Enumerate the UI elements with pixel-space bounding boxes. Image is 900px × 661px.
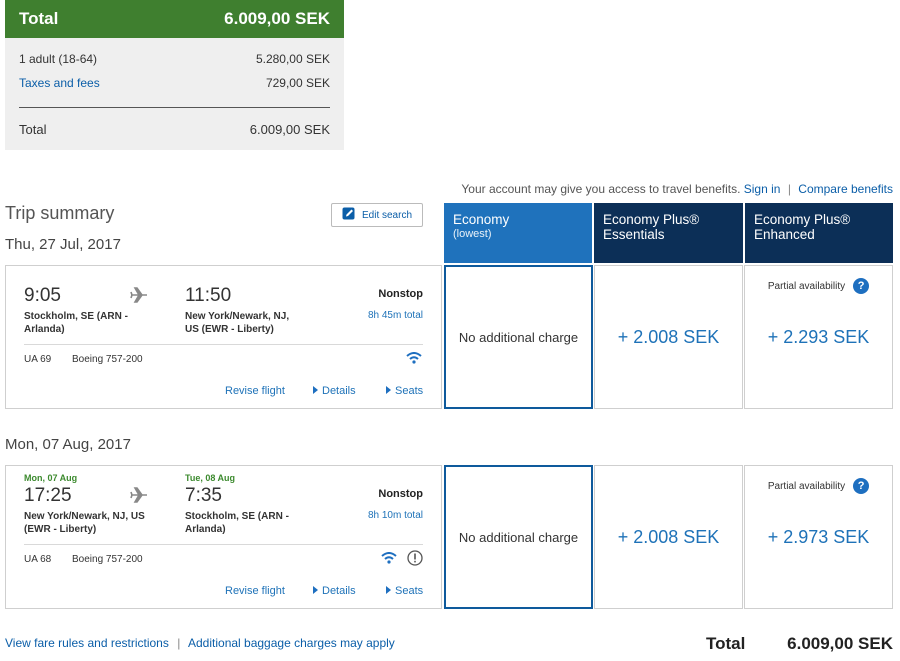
arrive-time: 11:50 [185,285,232,306]
column-header-enhanced[interactable]: Economy Plus® Enhanced [745,203,893,263]
partial-availability: Partial availability ? [745,278,892,294]
plane-icon [130,287,148,308]
depart-time: 9:05 [24,285,61,306]
footer-total-label: Total [706,634,746,653]
arrive-city: New York/Newark, NJ, US (EWR - Liberty) [185,311,290,335]
edit-search-button[interactable]: Edit search [331,203,423,227]
plane-icon [130,487,148,508]
fare-price: No additional charge [458,329,579,345]
edit-search-label: Edit search [361,209,413,221]
price-summary: Total 6.009,00 SEK 1 adult (18-64) 5.280… [5,0,344,150]
caret-right-icon [386,386,391,394]
taxes-link[interactable]: Taxes and fees [19,76,100,90]
separator: | [177,636,181,650]
depart-city: Stockholm, SE (ARN - Arlanda) [24,311,128,335]
summary-total-row: Total 6.009,00 SEK [19,122,330,137]
partial-availability-label: Partial availability [767,480,846,492]
baggage-link[interactable]: Additional baggage charges may apply [188,636,395,650]
partial-availability-label: Partial availability [767,280,846,292]
aircraft-type: Boeing 757-200 [72,354,143,365]
flight-card-return: Mon, 07 Aug Tue, 08 Aug 17:25 7:35 New Y… [5,465,442,609]
flight-number: UA 69 [24,354,52,365]
taxes-value: 729,00 SEK [265,76,330,90]
fare-enhanced-return[interactable]: Partial availability ? + 2.973 SEK [744,465,893,609]
fare-price: No additional charge [458,529,579,545]
help-icon[interactable]: ? [853,478,870,494]
aircraft-type: Boeing 757-200 [72,554,143,565]
summary-total-value: 6.009,00 SEK [249,122,330,137]
fare-price: + 2.973 SEK [767,526,870,547]
flight-number: UA 68 [24,554,52,565]
fare-rules-link[interactable]: View fare rules and restrictions [5,636,169,650]
passenger-value: 5.280,00 SEK [255,52,330,66]
alert-icon[interactable] [407,550,423,571]
card-divider [24,544,423,545]
caret-right-icon [386,586,391,594]
passenger-label: 1 adult (18-64) [19,52,98,66]
column-subtitle: Enhanced [754,227,815,242]
column-title: Economy Plus® [603,212,700,227]
fare-enhanced-outbound[interactable]: Partial availability ? + 2.293 SEK [744,265,893,409]
duration-label: 8h 45m total [367,310,423,321]
total-value: 6.009,00 SEK [224,9,330,28]
footer-links: View fare rules and restrictions | Addit… [5,636,395,650]
fare-economy-return[interactable]: No additional charge [444,465,593,609]
fare-essentials-return[interactable]: + 2.008 SEK [594,465,743,609]
caret-right-icon [313,386,318,394]
partial-availability: Partial availability ? [745,478,892,494]
fare-economy-outbound[interactable]: No additional charge [444,265,593,409]
arrive-time: 7:35 [185,485,222,506]
help-icon[interactable]: ? [853,278,870,294]
fare-price: + 2.293 SEK [767,326,870,347]
pencil-icon [342,207,357,223]
return-date: Mon, 07 Aug, 2017 [5,436,131,453]
fare-price: + 2.008 SEK [617,526,720,547]
flight-card-outbound: 9:05 11:50 Stockholm, SE (ARN - Arlanda) … [5,265,442,409]
arrive-date: Tue, 08 Aug [185,473,236,483]
column-title: Economy Plus® [754,212,851,227]
summary-total-label: Total [19,122,47,137]
revise-flight-link[interactable]: Revise flight [225,585,285,597]
depart-time: 17:25 [24,485,72,506]
stops-label: Nonstop [378,488,423,500]
card-divider [24,344,423,345]
summary-divider [19,107,330,108]
wifi-icon [381,551,397,569]
separator: | [787,182,791,196]
caret-right-icon [313,586,318,594]
passenger-row: 1 adult (18-64) 5.280,00 SEK [19,52,330,66]
trip-summary-title: Trip summary [5,203,115,223]
wifi-icon [406,351,422,369]
details-link[interactable]: Details [313,385,356,397]
depart-date: Mon, 07 Aug [24,473,78,483]
stops-label: Nonstop [378,288,423,300]
column-subtitle: (lowest) [453,228,492,240]
column-header-economy[interactable]: Economy (lowest) [444,203,592,263]
benefits-text: Your account may give you access to trav… [461,182,741,196]
total-label: Total [19,9,59,28]
seats-link[interactable]: Seats [386,385,423,397]
footer-total-value: 6.009,00 SEK [787,634,893,653]
price-summary-header: Total 6.009,00 SEK [5,0,344,38]
column-subtitle: Essentials [603,227,665,242]
taxes-row: Taxes and fees 729,00 SEK [19,76,330,90]
arrive-city: Stockholm, SE (ARN - Arlanda) [185,511,289,535]
depart-city: New York/Newark, NJ, US (EWR - Liberty) [24,511,145,535]
compare-benefits-link[interactable]: Compare benefits [798,182,893,196]
seats-link[interactable]: Seats [386,585,423,597]
details-link[interactable]: Details [313,585,356,597]
benefits-notice: Your account may give you access to trav… [461,182,893,196]
fare-essentials-outbound[interactable]: + 2.008 SEK [594,265,743,409]
column-header-essentials[interactable]: Economy Plus® Essentials [594,203,743,263]
fare-price: + 2.008 SEK [617,326,720,347]
column-title: Economy [453,212,510,227]
outbound-date: Thu, 27 Jul, 2017 [5,236,121,253]
sign-in-link[interactable]: Sign in [744,182,781,196]
revise-flight-link[interactable]: Revise flight [225,385,285,397]
duration-label: 8h 10m total [367,510,423,521]
